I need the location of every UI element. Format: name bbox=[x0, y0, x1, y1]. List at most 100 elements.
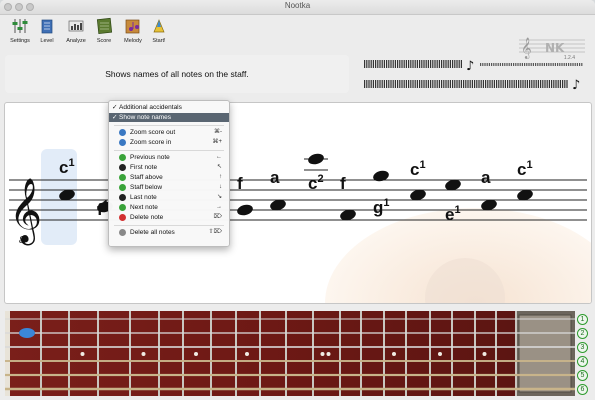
note-head[interactable] bbox=[307, 152, 325, 166]
guitar-nut bbox=[5, 311, 10, 396]
clef-octave-8: 8 bbox=[19, 236, 25, 246]
start-icon bbox=[153, 19, 165, 33]
string-number-3: 3 bbox=[577, 342, 588, 353]
settings-label: Settings bbox=[10, 38, 30, 44]
score-button[interactable]: Score bbox=[89, 17, 119, 49]
menu-item-label: Show note names bbox=[119, 114, 172, 121]
guitar-string[interactable] bbox=[5, 332, 575, 334]
string-number-4: 4 bbox=[577, 356, 588, 367]
fret-wire bbox=[405, 311, 407, 396]
fret-wire bbox=[451, 311, 453, 396]
settings-icon bbox=[12, 19, 28, 33]
string-number-column: 1 2 3 4 5 6 bbox=[576, 312, 592, 396]
fret-wire bbox=[129, 311, 131, 396]
fret-wire bbox=[312, 311, 314, 396]
menu-item-label: Last note bbox=[130, 194, 157, 201]
staff-canvas[interactable]: 𝄞 8 c1f1f a c2 fg1c1e1a c1 bbox=[5, 103, 591, 303]
fret-wire bbox=[158, 311, 160, 396]
menu-separator bbox=[114, 150, 224, 151]
score-icon bbox=[96, 17, 113, 34]
guitar-fretboard[interactable] bbox=[5, 311, 575, 396]
menu-item-label: Delete all notes bbox=[130, 229, 175, 236]
menu-item-zoom-score-out[interactable]: Zoom score out ⌘- bbox=[109, 128, 229, 137]
menu-item-label: Zoom score out bbox=[130, 129, 176, 136]
menu-separator bbox=[114, 225, 224, 226]
pitch-volume-meter[interactable]: ♪ ♪ bbox=[362, 58, 584, 93]
fret-inlay-dot bbox=[438, 352, 442, 356]
string-number-6: 6 bbox=[577, 384, 588, 395]
last-note-icon bbox=[119, 194, 126, 201]
menu-item-label: Delete note bbox=[130, 214, 164, 221]
hint-status-box: Shows names of all notes on the staff. bbox=[5, 55, 349, 93]
fret-inlay-dot bbox=[245, 352, 249, 356]
menu-shortcut: → bbox=[216, 204, 222, 210]
menu-item-label: Staff above bbox=[130, 174, 163, 181]
guitar-string[interactable] bbox=[5, 373, 575, 377]
guitar-pickup bbox=[518, 314, 572, 393]
melody-icon bbox=[125, 19, 140, 34]
menu-item-staff-above[interactable]: Staff above ↑ bbox=[109, 173, 229, 182]
level-icon bbox=[41, 19, 53, 34]
note-name-label: f bbox=[237, 174, 243, 193]
note-head[interactable] bbox=[236, 203, 254, 217]
guitar-string[interactable] bbox=[5, 346, 575, 348]
note-name-label: a bbox=[270, 168, 280, 187]
fret-wire bbox=[97, 311, 99, 396]
menu-item-delete-all-notes[interactable]: Delete all notes ⇧⌦ bbox=[109, 228, 229, 237]
menu-item-additional-accidentals[interactable]: ✓ Additional accidentals bbox=[109, 103, 229, 112]
staff-above-icon bbox=[119, 174, 126, 181]
start-button[interactable]: Start! bbox=[144, 17, 174, 49]
level-button[interactable]: Level bbox=[32, 17, 62, 49]
menu-item-delete-note[interactable]: Delete note ⌦ bbox=[109, 213, 229, 222]
fret-inlay-dot bbox=[482, 352, 487, 356]
string-number-2: 2 bbox=[577, 328, 588, 339]
fret-wire bbox=[210, 311, 212, 396]
analyze-button[interactable]: Analyze bbox=[61, 17, 91, 49]
delete-note-icon bbox=[119, 214, 126, 221]
menu-item-label: Next note bbox=[130, 204, 158, 211]
next-note-icon bbox=[119, 204, 126, 211]
fret-wire bbox=[360, 311, 362, 396]
fret-inlay-dot bbox=[80, 352, 85, 356]
zoom-out-icon bbox=[119, 129, 126, 136]
guitar-string[interactable] bbox=[5, 387, 575, 391]
guitar-string[interactable] bbox=[5, 318, 575, 320]
note-name-label: f bbox=[340, 174, 346, 193]
menu-shortcut: ⌦ bbox=[213, 214, 222, 220]
menu-shortcut: ⌘- bbox=[214, 129, 222, 135]
app-window: Nootka Settings Level Analyze Score Melo… bbox=[0, 0, 595, 400]
string-number-5: 5 bbox=[577, 370, 588, 381]
fret-inlay-dot bbox=[320, 352, 325, 356]
menu-item-last-note[interactable]: Last note ↘ bbox=[109, 193, 229, 202]
svg-text:𝄞: 𝄞 bbox=[521, 38, 532, 59]
score-label: Score bbox=[96, 38, 112, 44]
title-bar: Nootka bbox=[0, 0, 595, 15]
fret-wire bbox=[339, 311, 341, 396]
note-icon-upper: ♪ bbox=[466, 59, 474, 74]
note-name-label: c1 bbox=[517, 159, 533, 179]
menu-item-show-note-names[interactable]: ✓ Show note names bbox=[109, 113, 229, 122]
menu-item-label: Additional accidentals bbox=[119, 104, 182, 111]
menu-shortcut: ↖ bbox=[216, 164, 222, 170]
analyze-label: Analyze bbox=[66, 38, 86, 44]
score-staff[interactable]: 𝄞 8 c1 f1 f a c2 f g1 c1 e1 a c1 bbox=[4, 102, 592, 304]
previous-note-icon bbox=[119, 154, 126, 161]
menu-item-first-note[interactable]: First note ↖ bbox=[109, 163, 229, 172]
menu-item-zoom-score-in[interactable]: Zoom score in ⌘+ bbox=[109, 138, 229, 147]
menu-item-staff-below[interactable]: Staff below ↓ bbox=[109, 183, 229, 192]
settings-button[interactable]: Settings bbox=[5, 17, 35, 49]
menu-item-next-note[interactable]: Next note → bbox=[109, 203, 229, 212]
note-head[interactable] bbox=[372, 169, 390, 183]
menu-item-previous-note[interactable]: Previous note ← bbox=[109, 153, 229, 162]
fret-wire bbox=[68, 311, 70, 396]
delete-all-notes-icon bbox=[119, 229, 126, 236]
menu-separator bbox=[114, 125, 224, 126]
menu-item-label: Previous note bbox=[130, 154, 170, 161]
fret-wire bbox=[235, 311, 237, 396]
guitar-string[interactable] bbox=[5, 360, 575, 362]
finger-position-mark[interactable] bbox=[19, 328, 35, 338]
level-label: Level bbox=[40, 38, 54, 44]
menu-shortcut: ← bbox=[216, 154, 222, 160]
staff-below-icon bbox=[119, 184, 126, 191]
score-context-menu: ✓ Additional accidentals ✓ Show note names Z… bbox=[108, 100, 230, 247]
